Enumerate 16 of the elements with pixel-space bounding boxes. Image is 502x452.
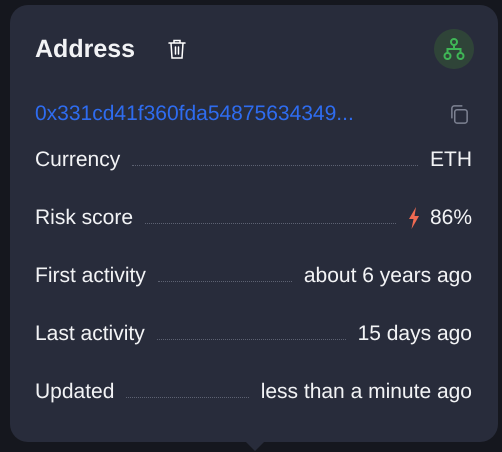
address-link[interactable]: 0x331cd41f360fda54875634349... [35, 102, 354, 126]
card-title: Address [35, 34, 136, 64]
field-value: ETH [430, 148, 472, 172]
field-value: about 6 years ago [304, 264, 472, 288]
field-label: Risk score [35, 206, 134, 230]
lightning-icon [408, 207, 420, 229]
field-value: 15 days ago [358, 322, 472, 346]
field-value: less than a minute ago [260, 380, 472, 404]
field-label: Updated [35, 380, 114, 404]
trash-icon[interactable] [167, 38, 188, 60]
field-label: Last activity [35, 322, 145, 346]
network-button[interactable] [434, 29, 474, 69]
field-label: First activity [35, 264, 146, 288]
field-label: Currency [35, 148, 120, 172]
field-value: 86% [430, 206, 472, 230]
copy-icon[interactable] [449, 104, 470, 124]
